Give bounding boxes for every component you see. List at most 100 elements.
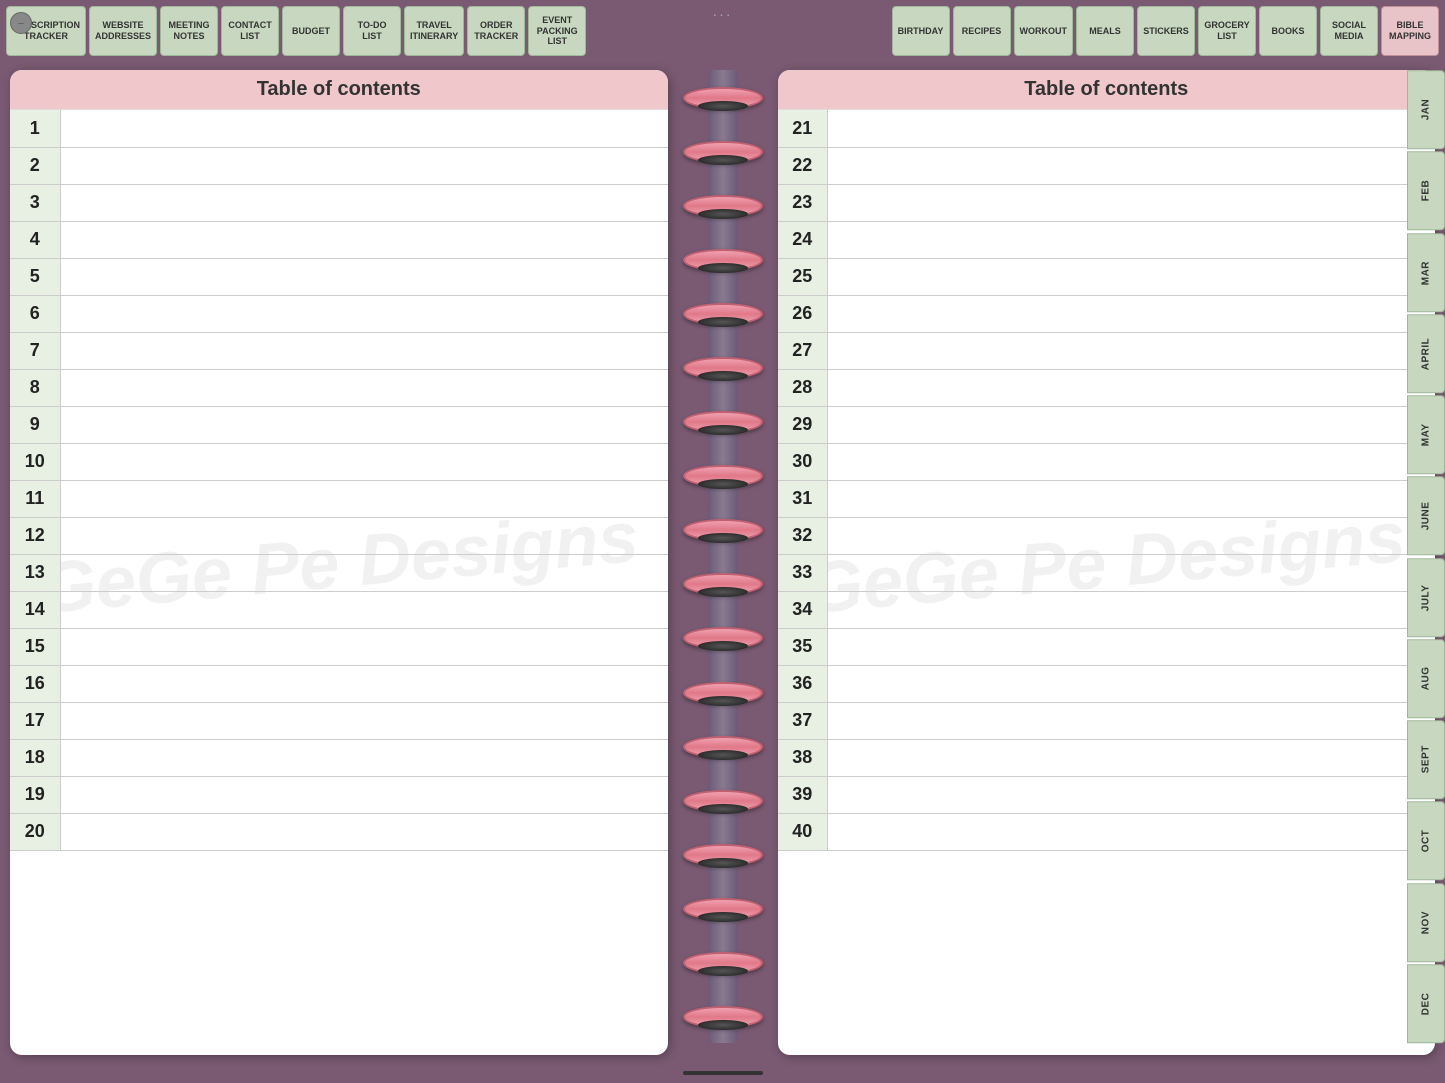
row-number: 8: [10, 369, 60, 406]
row-content[interactable]: [828, 517, 1436, 554]
row-content[interactable]: [60, 480, 668, 517]
row-content[interactable]: [828, 739, 1436, 776]
nav-tab-contact[interactable]: CONTACT LIST: [221, 6, 279, 56]
binding-ring: [678, 353, 768, 381]
nav-tab-right-meals[interactable]: MEALS: [1076, 6, 1134, 56]
row-content[interactable]: [60, 702, 668, 739]
row-content[interactable]: [828, 332, 1436, 369]
bottom-bar: [0, 1063, 1445, 1083]
row-number: 28: [778, 369, 828, 406]
row-number: 14: [10, 591, 60, 628]
row-content[interactable]: [828, 110, 1436, 147]
month-tab-oct[interactable]: OCT: [1407, 801, 1445, 880]
row-content[interactable]: [828, 221, 1436, 258]
row-content[interactable]: [60, 332, 668, 369]
nav-tab-right-bible[interactable]: BIBLE MAPPING: [1381, 6, 1439, 56]
nav-tab-event[interactable]: EVENT PACKING LIST: [528, 6, 586, 56]
nav-tab-to-do[interactable]: TO-DO LIST: [343, 6, 401, 56]
row-number: 35: [778, 628, 828, 665]
month-tab-mar[interactable]: MAR: [1407, 233, 1445, 312]
table-row: 1: [10, 110, 668, 147]
row-number: 25: [778, 258, 828, 295]
row-content[interactable]: [60, 110, 668, 147]
nav-tab-meeting[interactable]: MEETING NOTES: [160, 6, 218, 56]
right-page: Table of contents GeGe Pe Designs 212223…: [778, 70, 1436, 1055]
nav-tab-right-stickers[interactable]: STICKERS: [1137, 6, 1195, 56]
table-row: 9: [10, 406, 668, 443]
month-tab-jan[interactable]: JAN: [1407, 70, 1445, 149]
month-tab-nov[interactable]: NOV: [1407, 883, 1445, 962]
row-number: 23: [778, 184, 828, 221]
table-row: 3: [10, 184, 668, 221]
row-content[interactable]: [60, 147, 668, 184]
month-tab-aug[interactable]: AUG: [1407, 639, 1445, 718]
row-number: 16: [10, 665, 60, 702]
ring-container: [668, 70, 778, 1043]
nav-tab-right-social[interactable]: SOCIAL MEDIA: [1320, 6, 1378, 56]
nav-tab-right-birthday[interactable]: BIRTHDAY: [892, 6, 950, 56]
nav-tab-website[interactable]: WEBSITE ADDRESSES: [89, 6, 157, 56]
row-number: 37: [778, 702, 828, 739]
month-tab-may[interactable]: MAY: [1407, 395, 1445, 474]
row-content[interactable]: [828, 443, 1436, 480]
binding-ring: [678, 461, 768, 489]
row-number: 11: [10, 480, 60, 517]
row-number: 32: [778, 517, 828, 554]
row-content[interactable]: [60, 184, 668, 221]
row-content[interactable]: [60, 665, 668, 702]
month-tab-sept[interactable]: SEPT: [1407, 720, 1445, 799]
row-content[interactable]: [60, 406, 668, 443]
row-content[interactable]: [828, 702, 1436, 739]
row-content[interactable]: [60, 443, 668, 480]
row-content[interactable]: [828, 628, 1436, 665]
month-tab-dec[interactable]: DEC: [1407, 964, 1445, 1043]
row-content[interactable]: [60, 591, 668, 628]
nav-tab-right-workout[interactable]: WORKOUT: [1014, 6, 1074, 56]
row-content[interactable]: [828, 369, 1436, 406]
row-content[interactable]: [60, 517, 668, 554]
row-content[interactable]: [828, 480, 1436, 517]
table-row: 10: [10, 443, 668, 480]
row-number: 4: [10, 221, 60, 258]
row-content[interactable]: [60, 776, 668, 813]
row-content[interactable]: [60, 554, 668, 591]
table-row: 33: [778, 554, 1436, 591]
row-content[interactable]: [60, 628, 668, 665]
nav-tab-right-books[interactable]: BOOKS: [1259, 6, 1317, 56]
month-tab-feb[interactable]: FEB: [1407, 151, 1445, 230]
table-row: 5: [10, 258, 668, 295]
month-tab-june[interactable]: JUNE: [1407, 476, 1445, 555]
row-content[interactable]: [828, 295, 1436, 332]
row-content[interactable]: [60, 369, 668, 406]
row-content[interactable]: [60, 258, 668, 295]
month-tab-july[interactable]: JULY: [1407, 558, 1445, 637]
binding-ring: [678, 732, 768, 760]
row-content[interactable]: [828, 554, 1436, 591]
row-content[interactable]: [60, 221, 668, 258]
binding-ring: [678, 623, 768, 651]
row-content[interactable]: [828, 813, 1436, 850]
table-row: 23: [778, 184, 1436, 221]
row-content[interactable]: [828, 147, 1436, 184]
month-tab-april[interactable]: APRIL: [1407, 314, 1445, 393]
nav-tab-right-grocery[interactable]: GROCERY LIST: [1198, 6, 1256, 56]
row-content[interactable]: [60, 295, 668, 332]
nav-tab-order[interactable]: Order Tracker: [467, 6, 525, 56]
row-content[interactable]: [828, 258, 1436, 295]
table-row: 36: [778, 665, 1436, 702]
row-number: 33: [778, 554, 828, 591]
nav-tab-budget[interactable]: Budget: [282, 6, 340, 56]
window-minimize-button[interactable]: –: [10, 12, 32, 34]
row-content[interactable]: [828, 406, 1436, 443]
row-number: 29: [778, 406, 828, 443]
row-number: 12: [10, 517, 60, 554]
row-content[interactable]: [60, 813, 668, 850]
row-content[interactable]: [828, 184, 1436, 221]
nav-tab-travel[interactable]: TRAVEL ITINERARY: [404, 6, 464, 56]
row-number: 5: [10, 258, 60, 295]
row-content[interactable]: [60, 739, 668, 776]
row-content[interactable]: [828, 591, 1436, 628]
row-content[interactable]: [828, 776, 1436, 813]
nav-tab-right-recipes[interactable]: Recipes: [953, 6, 1011, 56]
row-content[interactable]: [828, 665, 1436, 702]
